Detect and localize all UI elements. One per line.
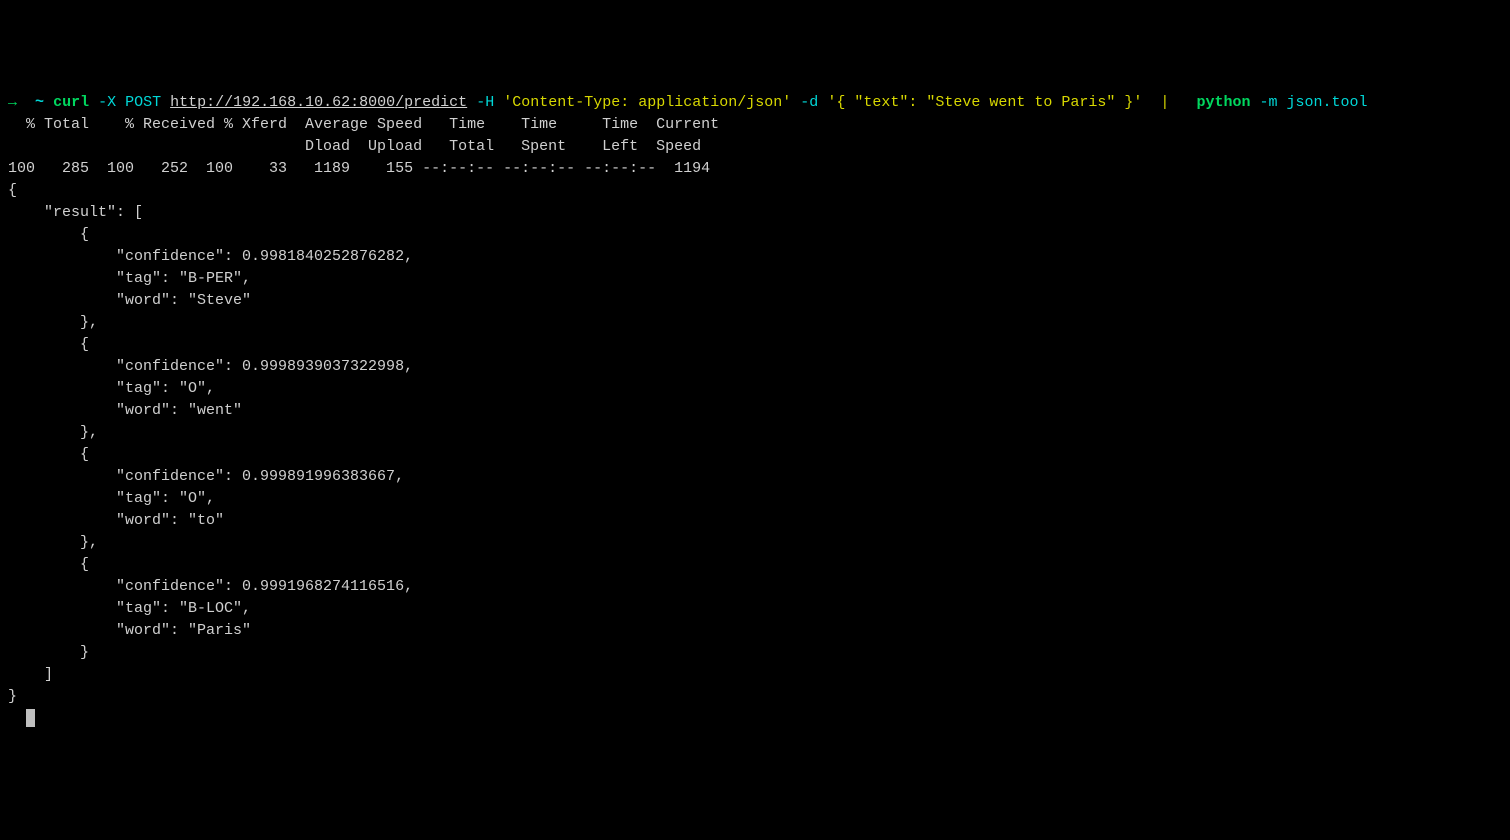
json-output-line: "tag": "B-LOC", — [8, 598, 1502, 620]
python-command: python — [1196, 94, 1250, 111]
curl-header-arg: 'Content-Type: application/json' — [503, 94, 791, 111]
json-output-line: "word": "Steve" — [8, 290, 1502, 312]
json-output-line: { — [8, 180, 1502, 202]
json-output-line: "tag": "B-PER", — [8, 268, 1502, 290]
prompt-line[interactable]: → ~ curl -X POST http://192.168.10.62:80… — [8, 92, 1502, 114]
prompt-arrow-icon: → — [8, 94, 17, 111]
json-output-line: "confidence": 0.9981840252876282, — [8, 246, 1502, 268]
json-output-line: { — [8, 554, 1502, 576]
curl-opt-data-flag: -d — [800, 94, 818, 111]
json-output-line: }, — [8, 532, 1502, 554]
curl-progress-header-2: Dload Upload Total Spent Left Speed — [8, 136, 1502, 158]
terminal-output[interactable]: → ~ curl -X POST http://192.168.10.62:80… — [8, 92, 1502, 730]
json-output-line: { — [8, 334, 1502, 356]
json-output-line: "confidence": 0.9991968274116516, — [8, 576, 1502, 598]
curl-progress-stats: 100 285 100 252 100 33 1189 155 --:--:--… — [8, 158, 1502, 180]
json-output-line: }, — [8, 312, 1502, 334]
json-output-line: "tag": "O", — [8, 488, 1502, 510]
curl-url: http://192.168.10.62:8000/predict — [170, 94, 467, 111]
curl-progress-header-1: % Total % Received % Xferd Average Speed… — [8, 114, 1502, 136]
prompt-cwd: ~ — [35, 94, 44, 111]
json-output-line: "word": "Paris" — [8, 620, 1502, 642]
json-output-line: ] — [8, 664, 1502, 686]
json-output-line: "word": "to" — [8, 510, 1502, 532]
json-output-line: "confidence": 0.9998939037322998, — [8, 356, 1502, 378]
json-output-line: } — [8, 686, 1502, 708]
curl-command: curl — [53, 94, 89, 111]
json-output-line: "word": "went" — [8, 400, 1502, 422]
json-output-line: "result": [ — [8, 202, 1502, 224]
json-output-line: } — [8, 642, 1502, 664]
curl-data-arg: '{ "text": "Steve went to Paris" }' — [827, 94, 1142, 111]
curl-opt-header-flag: -H — [476, 94, 494, 111]
json-output-line: "tag": "O", — [8, 378, 1502, 400]
json-output-line: { — [8, 444, 1502, 466]
curl-opt-method: -X POST — [98, 94, 161, 111]
cursor-line[interactable] — [8, 708, 1502, 730]
python-opts: -m json.tool — [1259, 94, 1367, 111]
json-output-line: { — [8, 224, 1502, 246]
json-output-line: }, — [8, 422, 1502, 444]
json-output-line: "confidence": 0.999891996383667, — [8, 466, 1502, 488]
cursor-icon — [26, 709, 35, 727]
